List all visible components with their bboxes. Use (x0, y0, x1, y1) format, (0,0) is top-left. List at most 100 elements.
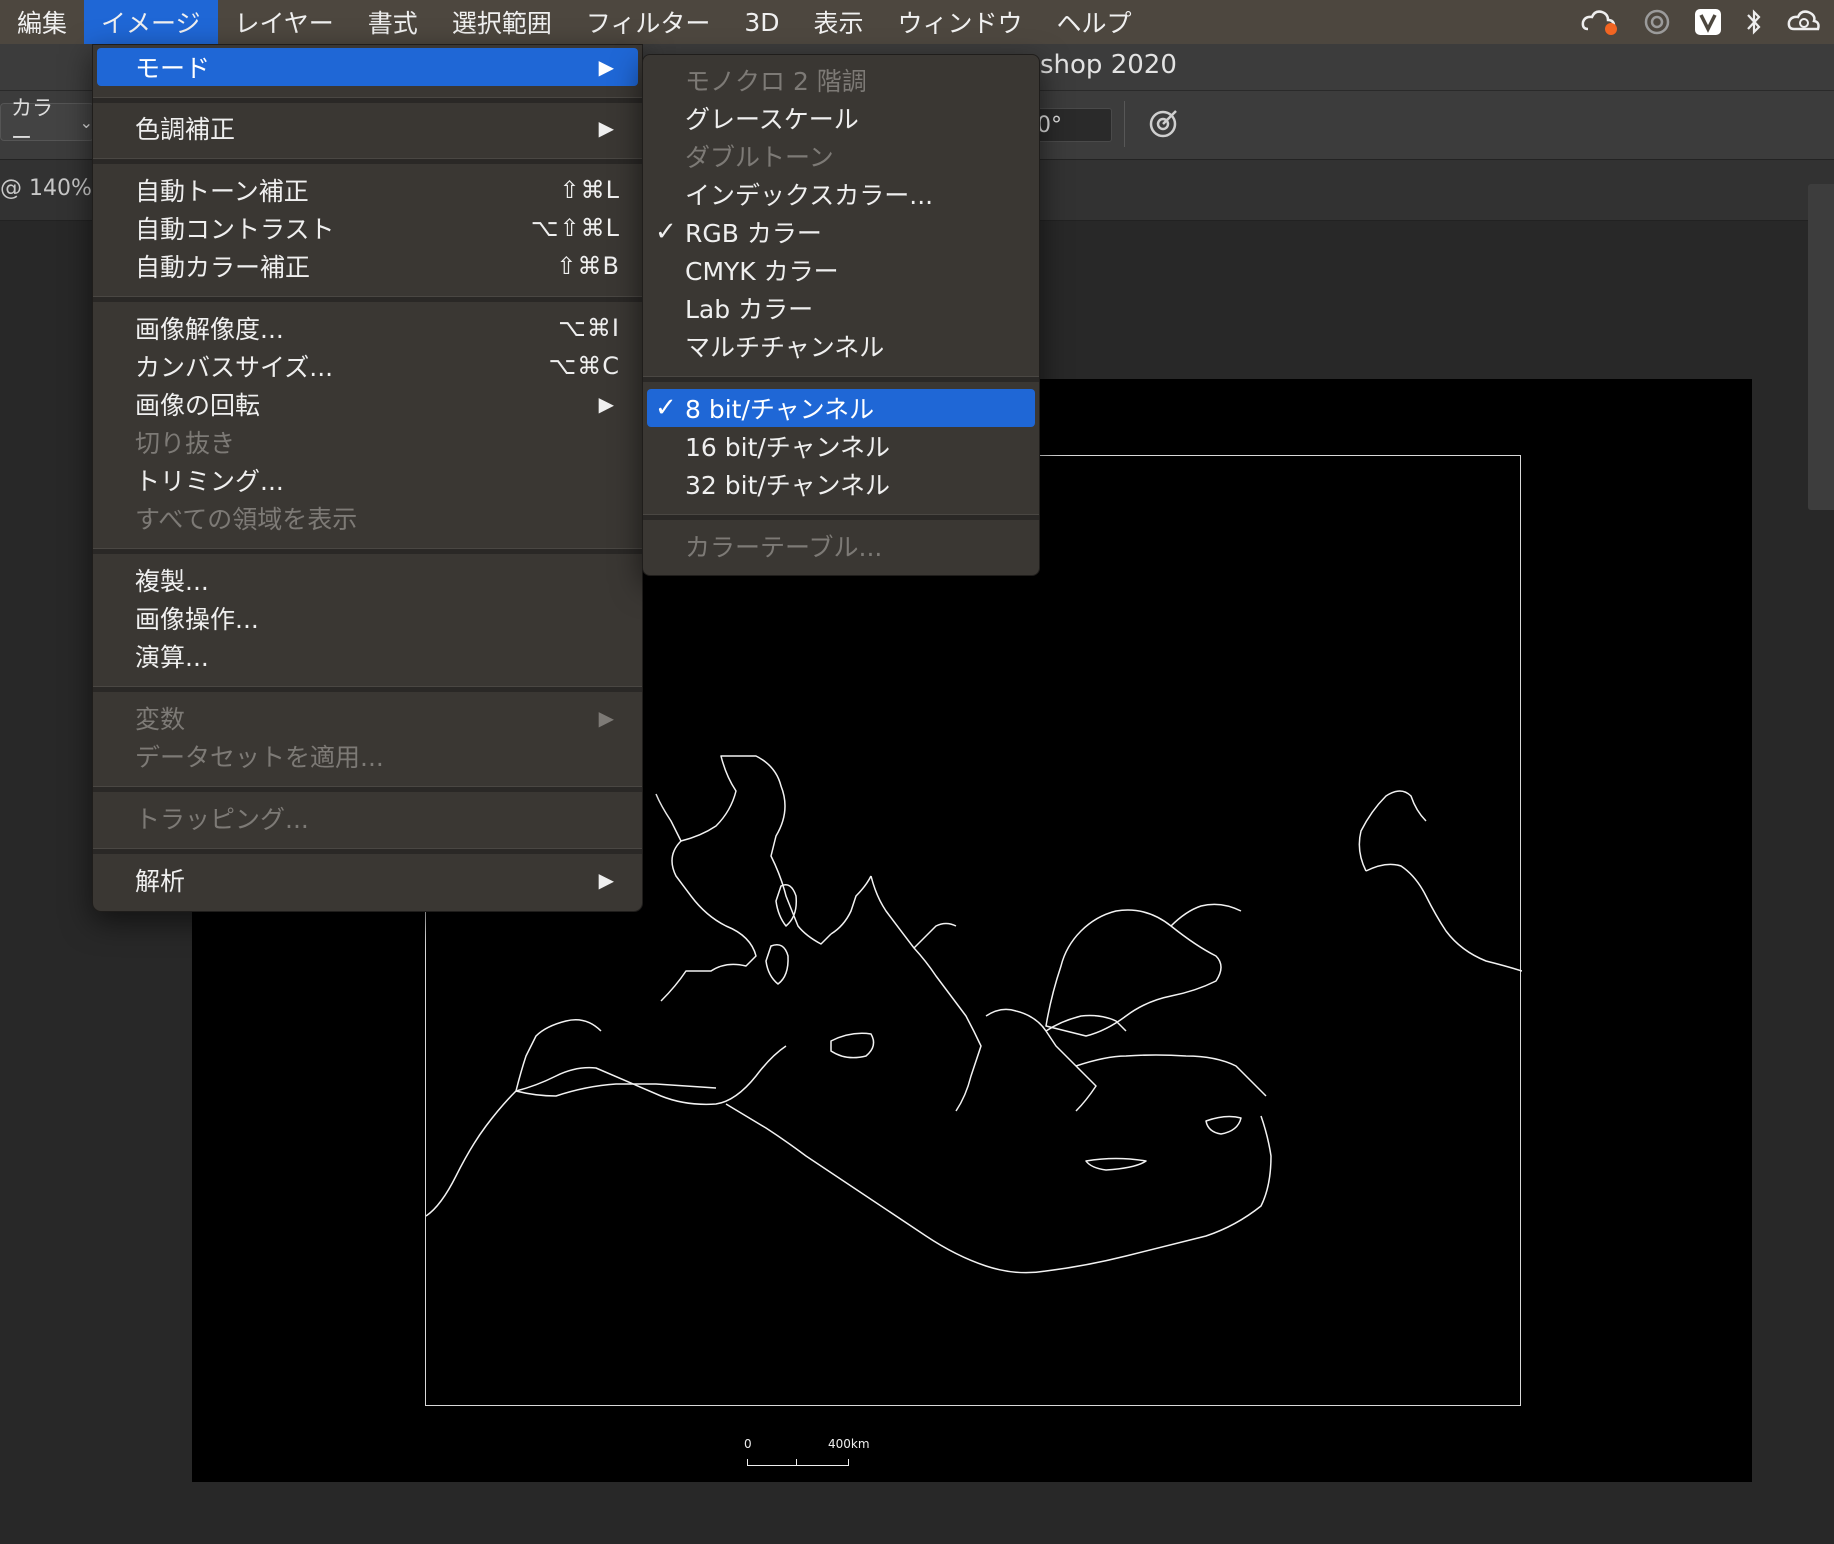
menu-3d[interactable]: 3D (727, 0, 796, 44)
menu-item-lab-color[interactable]: Lab カラー (647, 289, 1035, 327)
menu-item-8bit-channel[interactable]: ✓ 8 bit/チャンネル (647, 389, 1035, 427)
menu-item-label: 自動コントラスト (135, 215, 335, 244)
menu-separator (93, 786, 642, 792)
menu-layer[interactable]: レイヤー (218, 0, 351, 44)
menu-item-crop[interactable]: 切り抜き (97, 423, 638, 461)
vivaldi-icon[interactable] (1694, 8, 1722, 36)
menu-item-32bit-channel[interactable]: 32 bit/チャンネル (647, 465, 1035, 503)
submenu-arrow-icon: ▶ (598, 392, 614, 416)
menu-separator (93, 848, 642, 854)
menu-separator (643, 514, 1039, 520)
image-menu: モード ▶ 色調補正 ▶ 自動トーン補正 ⇧⌘L 自動コントラスト ⌥⇧⌘L 自… (92, 44, 643, 912)
scale-max-label: 400km (828, 1437, 870, 1451)
shortcut-label: ⌥⌘C (548, 352, 620, 380)
menu-item-mode[interactable]: モード ▶ (97, 48, 638, 86)
menu-separator (93, 548, 642, 554)
menu-window[interactable]: ウィンドウ (881, 0, 1040, 44)
menu-separator (93, 296, 642, 302)
menu-item-label: グレースケール (685, 105, 859, 134)
menu-item-label: ダブルトーン (685, 143, 834, 172)
right-panel-strip[interactable] (1808, 184, 1834, 510)
color-mode-select-label: カラー (11, 96, 53, 150)
menu-separator (93, 158, 642, 164)
menu-item-label: 画像解像度... (135, 315, 284, 344)
submenu-arrow-icon: ▶ (598, 55, 614, 79)
cloud-icon[interactable] (1786, 7, 1822, 37)
menu-item-label: 32 bit/チャンネル (685, 471, 891, 500)
document-tab[interactable]: @ 140% (0, 176, 92, 201)
menu-separator (643, 376, 1039, 382)
menu-item-bitmap[interactable]: モノクロ 2 階調 (647, 61, 1035, 99)
target-icon[interactable] (1146, 107, 1180, 145)
menu-item-label: すべての領域を表示 (135, 505, 358, 534)
menu-item-apply-image[interactable]: 画像操作... (97, 599, 638, 637)
scale-zero-label: 0 (744, 1437, 752, 1451)
menu-item-label: 変数 (135, 705, 186, 734)
menu-separator (93, 686, 642, 692)
menu-item-apply-data-set[interactable]: データセットを適用... (97, 737, 638, 775)
menu-item-auto-tone[interactable]: 自動トーン補正 ⇧⌘L (97, 171, 638, 209)
menu-select[interactable]: 選択範囲 (435, 0, 569, 44)
menu-filter[interactable]: フィルター (569, 0, 728, 44)
menu-item-label: 切り抜き (135, 429, 236, 458)
menu-image[interactable]: イメージ (84, 0, 218, 44)
submenu-arrow-icon: ▶ (598, 116, 614, 140)
bluetooth-icon[interactable] (1744, 7, 1764, 37)
window-title: shop 2020 (1040, 50, 1177, 80)
menu-item-cmyk-color[interactable]: CMYK カラー (647, 251, 1035, 289)
angle-input[interactable]: 0° (1030, 108, 1112, 142)
menu-item-indexed-color[interactable]: インデックスカラー... (647, 175, 1035, 213)
menu-item-reveal-all[interactable]: すべての領域を表示 (97, 499, 638, 537)
menu-item-image-size[interactable]: 画像解像度... ⌥⌘I (97, 309, 638, 347)
menu-type[interactable]: 書式 (351, 0, 435, 44)
menu-item-auto-color[interactable]: 自動カラー補正 ⇧⌘B (97, 247, 638, 285)
shortcut-label: ⌥⇧⌘L (530, 214, 620, 242)
scale-mid-tick (796, 1459, 797, 1465)
menu-item-label: データセットを適用... (135, 743, 384, 772)
menu-item-label: 画像の回転 (135, 391, 261, 420)
menu-item-label: トリミング... (135, 467, 284, 496)
menu-item-color-table[interactable]: カラーテーブル... (647, 527, 1035, 565)
menu-item-calculations[interactable]: 演算... (97, 637, 638, 675)
menu-item-variables[interactable]: 変数 ▶ (97, 699, 638, 737)
menu-item-duotone[interactable]: ダブルトーン (647, 137, 1035, 175)
menu-separator (93, 97, 642, 103)
menu-item-trapping[interactable]: トラッピング... (97, 799, 638, 837)
menu-item-label: 演算... (135, 643, 209, 672)
menu-item-trim[interactable]: トリミング... (97, 461, 638, 499)
menu-item-label: 16 bit/チャンネル (685, 433, 891, 462)
menu-edit[interactable]: 編集 (0, 0, 84, 44)
menu-item-multichannel[interactable]: マルチチャンネル (647, 327, 1035, 365)
sync-icon[interactable] (1642, 7, 1672, 37)
menu-item-analysis[interactable]: 解析 ▶ (97, 861, 638, 899)
creative-cloud-icon[interactable] (1580, 7, 1620, 37)
menu-item-grayscale[interactable]: グレースケール (647, 99, 1035, 137)
menu-item-label: Lab カラー (685, 295, 814, 324)
menu-item-duplicate[interactable]: 複製... (97, 561, 638, 599)
menu-help[interactable]: ヘルプ (1040, 0, 1149, 44)
menu-view[interactable]: 表示 (797, 0, 881, 44)
menu-item-label: マルチチャンネル (685, 333, 885, 362)
menu-item-auto-contrast[interactable]: 自動コントラスト ⌥⇧⌘L (97, 209, 638, 247)
menu-item-rgb-color[interactable]: ✓ RGB カラー (647, 213, 1035, 251)
menu-item-label: 自動トーン補正 (135, 177, 309, 206)
menu-item-adjustments[interactable]: 色調補正 ▶ (97, 109, 638, 147)
menu-item-label: CMYK カラー (685, 257, 839, 286)
status-icons (1580, 0, 1834, 44)
menu-item-label: モノクロ 2 階調 (685, 67, 867, 96)
menu-item-canvas-size[interactable]: カンバスサイズ... ⌥⌘C (97, 347, 638, 385)
menu-bar: 編集 イメージ レイヤー 書式 選択範囲 フィルター 3D 表示 ウィンドウ ヘ… (0, 0, 1834, 44)
checkmark-icon: ✓ (655, 393, 677, 423)
scale-line (747, 1459, 849, 1466)
checkmark-icon: ✓ (655, 217, 677, 247)
chevron-down-icon: ⌄ (79, 112, 93, 132)
submenu-arrow-icon: ▶ (598, 706, 614, 730)
menu-item-label: 解析 (135, 867, 186, 896)
color-mode-select[interactable]: カラー ⌄ (0, 96, 94, 150)
mode-submenu: モノクロ 2 階調 グレースケール ダブルトーン インデックスカラー... ✓ … (642, 54, 1040, 576)
shortcut-label: ⇧⌘L (559, 176, 620, 204)
menu-item-16bit-channel[interactable]: 16 bit/チャンネル (647, 427, 1035, 465)
submenu-arrow-icon: ▶ (598, 868, 614, 892)
menu-item-label: RGB カラー (685, 219, 822, 248)
menu-item-image-rotation[interactable]: 画像の回転 ▶ (97, 385, 638, 423)
